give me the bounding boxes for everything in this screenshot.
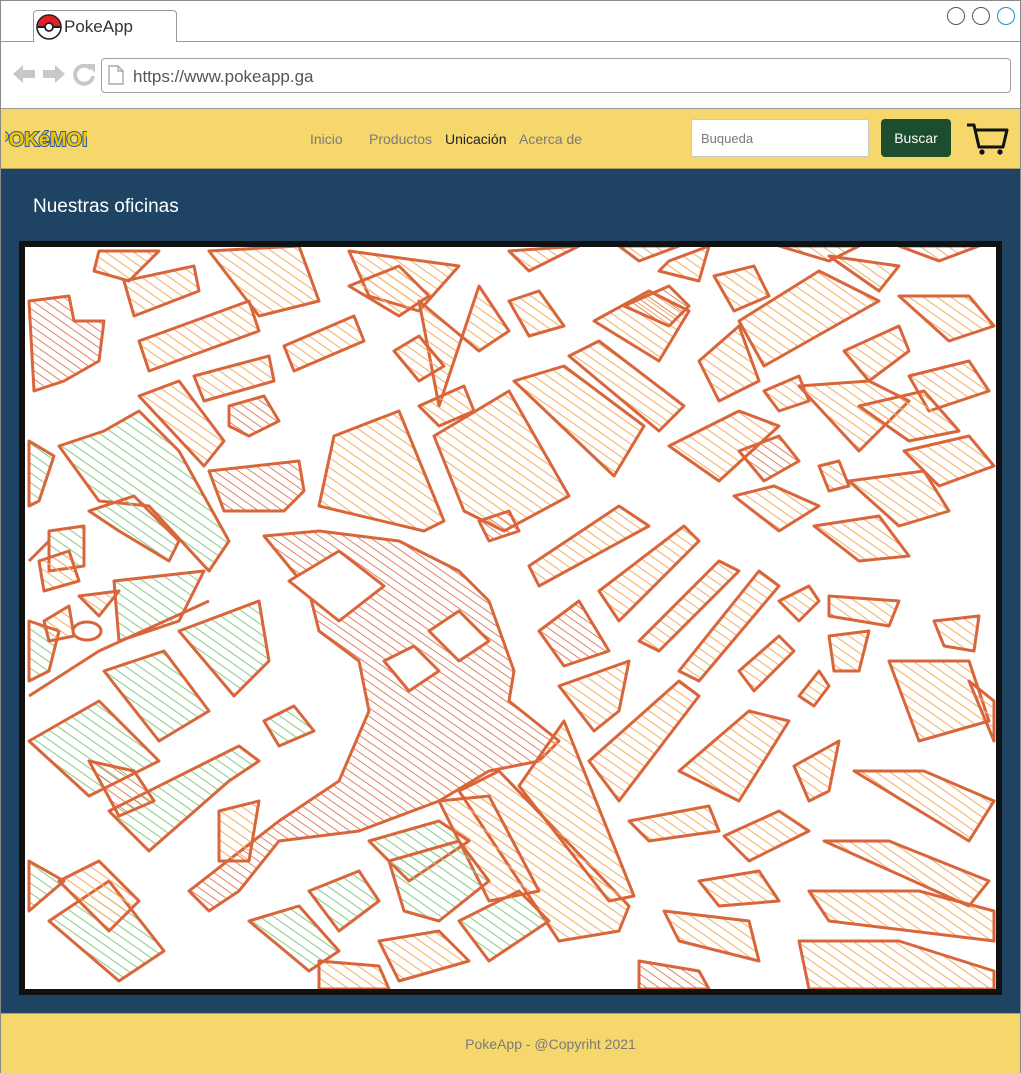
back-arrow-icon[interactable]	[11, 61, 37, 87]
close-button[interactable]	[997, 7, 1015, 25]
page-icon	[108, 65, 124, 85]
browser-window: PokeApp https://www.pokeapp.ga POKéMON I	[0, 0, 1021, 1073]
address-bar: https://www.pokeapp.ga	[1, 42, 1020, 109]
nav-productos[interactable]: Productos	[369, 131, 432, 147]
url-field[interactable]: https://www.pokeapp.ga	[101, 58, 1011, 93]
search-input[interactable]	[691, 119, 869, 157]
browser-tab-bar: PokeApp	[1, 1, 1020, 42]
site-header: POKéMON Inicio Productos Unicación Acerc…	[1, 109, 1020, 169]
tab-title: PokeApp	[64, 17, 133, 36]
pokeball-icon	[36, 14, 62, 40]
maximize-button[interactable]	[972, 7, 990, 25]
svg-text:POKéMON: POKéMON	[5, 129, 87, 151]
nav-acerca-de[interactable]: Acerca de	[519, 131, 582, 147]
page-title: Nuestras oficinas	[33, 196, 179, 217]
reload-icon[interactable]	[71, 61, 97, 87]
browser-tab[interactable]: PokeApp	[33, 10, 177, 42]
city-map-image[interactable]	[19, 241, 1002, 995]
pokemon-logo[interactable]: POKéMON	[5, 123, 87, 155]
nav-inicio[interactable]: Inicio	[310, 131, 343, 147]
search-button[interactable]: Buscar	[881, 119, 951, 157]
nav-unicacion[interactable]: Unicación	[445, 131, 506, 147]
footer-text: PokeApp - @Copyriht 2021	[465, 1036, 636, 1052]
site-footer: PokeApp - @Copyriht 2021	[1, 1013, 1020, 1073]
cart-icon[interactable]	[965, 121, 1009, 157]
forward-arrow-icon[interactable]	[41, 61, 67, 87]
url-text: https://www.pokeapp.ga	[133, 67, 314, 86]
minimize-button[interactable]	[947, 7, 965, 25]
